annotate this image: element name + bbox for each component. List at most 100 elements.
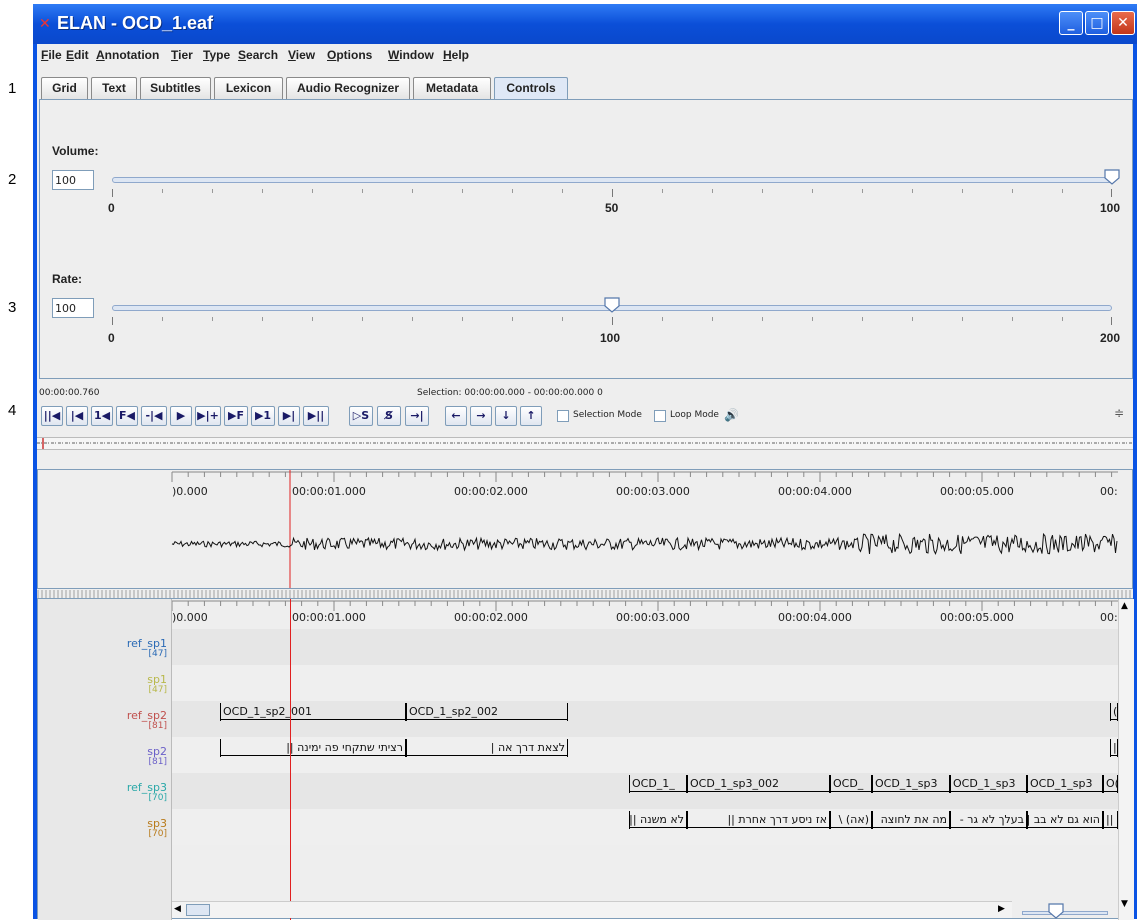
scroll-left-icon[interactable]: ◀ xyxy=(174,904,181,914)
previous-frame-button[interactable]: F◀ xyxy=(116,406,138,426)
annotation-sp2-001[interactable]: רציתי שתקחי פה ימינה || xyxy=(220,739,406,757)
play-selection-button[interactable]: ▷S xyxy=(349,406,373,426)
overview-strip[interactable] xyxy=(37,437,1133,450)
clear-selection-button[interactable]: S̸ xyxy=(377,406,401,426)
menu-view[interactable]: View xyxy=(288,48,315,62)
annotation-sp3-007[interactable]: || xyxy=(1103,811,1118,829)
title-bar[interactable]: ✕ ELAN - OCD_1.eaf _ □ ✕ xyxy=(33,4,1137,44)
annotation-ref-sp2-002[interactable]: OCD_1_sp2_002 xyxy=(406,703,568,721)
horizontal-scroll-thumb[interactable] xyxy=(186,904,210,916)
elan-window: ✕ ELAN - OCD_1.eaf _ □ ✕ File Edit Annot… xyxy=(33,4,1137,920)
next-pixel-button[interactable]: ▶1 xyxy=(251,406,275,426)
menu-file[interactable]: File xyxy=(41,48,62,62)
go-to-begin-button[interactable]: ||◀ xyxy=(41,406,63,426)
menu-help[interactable]: Help xyxy=(443,48,469,62)
tier-row-sp3[interactable]: לא משנה || אז ניסע דרך אחרת || (אה) \ מה… xyxy=(172,809,1118,845)
annotation-sp3-002[interactable]: אז ניסע דרך אחרת || xyxy=(687,811,830,829)
annotation-ref-sp3-002[interactable]: OCD_1_sp3_002 xyxy=(687,775,830,793)
menu-window[interactable]: Window xyxy=(388,48,434,62)
menu-tier[interactable]: Tier xyxy=(171,48,193,62)
previous-second-button[interactable]: -|◀ xyxy=(141,406,167,426)
tier-label-sp1[interactable]: sp1 [47] xyxy=(147,673,167,695)
selection-mode-checkbox[interactable] xyxy=(557,410,569,422)
volume-slider-thumb[interactable] xyxy=(1104,169,1120,185)
scroll-up-icon[interactable]: ▲ xyxy=(1121,601,1128,611)
selection-mode-label: Selection Mode xyxy=(573,410,642,420)
minimize-button[interactable]: _ xyxy=(1059,11,1083,35)
next-frame-button[interactable]: ▶F xyxy=(224,406,248,426)
rate-ticks xyxy=(112,317,1112,325)
toggle-crosshair-button[interactable]: →| xyxy=(405,406,429,426)
timeline-viewer[interactable]: ref_sp1 [47] sp1 [47] ref_sp2 [81] sp2 [81] … xyxy=(37,598,1134,920)
vertical-scrollbar[interactable]: ▲ ▼ xyxy=(1118,599,1134,920)
scroll-down-icon[interactable]: ▼ xyxy=(1121,899,1128,909)
tab-audio-recognizer[interactable]: Audio Recognizer xyxy=(286,77,410,99)
next-scrollview-button[interactable]: ▶| xyxy=(278,406,300,426)
tab-metadata[interactable]: Metadata xyxy=(413,77,491,99)
zoom-slider-track[interactable] xyxy=(1022,911,1108,915)
tier-row-sp2[interactable]: רציתי שתקחי פה ימינה || לצאת דרך אה | | xyxy=(172,737,1118,773)
tab-controls[interactable]: Controls xyxy=(494,77,568,99)
tier-label-ref-sp1[interactable]: ref_sp1 [47] xyxy=(127,637,167,659)
tier-label-ref-sp2[interactable]: ref_sp2 [81] xyxy=(127,709,167,731)
rate-value-field[interactable]: 100 xyxy=(52,298,94,318)
annotation-sp2-003[interactable]: | xyxy=(1110,739,1118,757)
elan-logo-icon: ✕ xyxy=(39,16,51,32)
annotation-sp2-002[interactable]: לצאת דרך אה | xyxy=(406,739,568,757)
volume-speaker-icon[interactable]: 🔊 xyxy=(724,408,739,422)
loop-mode-checkbox[interactable] xyxy=(654,410,666,422)
volume-slider-track[interactable] xyxy=(112,177,1112,183)
previous-scrollview-button[interactable]: |◀ xyxy=(66,406,88,426)
annotation-ref-sp3-001[interactable]: OCD_1_ xyxy=(629,775,687,793)
annotation-ref-sp3-005[interactable]: OCD_1_sp3 xyxy=(950,775,1027,793)
zoom-slider-thumb[interactable] xyxy=(1048,903,1064,919)
next-second-button[interactable]: ▶|+ xyxy=(195,406,221,426)
crosshair-line xyxy=(290,599,291,920)
tab-text[interactable]: Text xyxy=(91,77,137,99)
tier-row-ref-sp1[interactable] xyxy=(172,629,1118,665)
annotation-sp3-006[interactable]: הוא גם לא בב || xyxy=(1027,811,1103,829)
down-arrow-button[interactable]: ↓ xyxy=(495,406,517,426)
tab-grid[interactable]: Grid xyxy=(41,77,88,99)
scroll-right-icon[interactable]: ▶ xyxy=(998,904,1005,914)
go-to-end-button[interactable]: ▶|| xyxy=(303,406,329,426)
tier-label-sp2[interactable]: sp2 [81] xyxy=(147,745,167,767)
annotation-ref-sp3-003[interactable]: OCD_ xyxy=(830,775,872,793)
annotation-sp3-005[interactable]: בעלך לא גר - xyxy=(950,811,1027,829)
play-button[interactable]: ▶ xyxy=(170,406,192,426)
menu-annotation[interactable]: Annotation xyxy=(96,48,159,62)
split-divider[interactable] xyxy=(37,590,1133,598)
menu-edit[interactable]: Edit xyxy=(66,48,89,62)
annotation-sp3-004[interactable]: מה את לחוצה xyxy=(872,811,950,829)
rate-slider-thumb[interactable] xyxy=(604,297,620,313)
left-arrow-button[interactable]: ← xyxy=(445,406,467,426)
collapse-toggle-icon[interactable]: ≑ xyxy=(1114,406,1124,420)
horizontal-scrollbar[interactable]: ◀ ▶ xyxy=(172,901,1012,918)
right-arrow-button[interactable]: → xyxy=(470,406,492,426)
waveform-viewer[interactable]: )0.000 00:00:01.000 00:00:02.000 00:00:0… xyxy=(37,469,1133,589)
menu-type[interactable]: Type xyxy=(203,48,230,62)
annotation-sp3-003[interactable]: (אה) \ xyxy=(830,811,872,829)
tier-label-ref-sp3[interactable]: ref_sp3 [70] xyxy=(127,781,167,803)
annotation-ref-sp2-001[interactable]: OCD_1_sp2_001 xyxy=(220,703,406,721)
tab-subtitles[interactable]: Subtitles xyxy=(140,77,211,99)
tier-row-ref-sp2[interactable]: OCD_1_sp2_001 OCD_1_sp2_002 ( xyxy=(172,701,1118,737)
timeline-ruler-label-5: 00:00:05.000 xyxy=(940,611,1014,624)
close-button[interactable]: ✕ xyxy=(1111,11,1135,35)
tier-row-ref-sp3[interactable]: OCD_1_ OCD_1_sp3_002 OCD_ OCD_1_sp3 OCD_… xyxy=(172,773,1118,809)
tab-lexicon[interactable]: Lexicon xyxy=(214,77,283,99)
annotation-ref-sp3-007[interactable]: O( xyxy=(1103,775,1118,793)
maximize-button[interactable]: □ xyxy=(1085,11,1109,35)
menu-search[interactable]: Search xyxy=(238,48,278,62)
annotation-ref-sp3-006[interactable]: OCD_1_sp3 xyxy=(1027,775,1103,793)
annotation-ref-sp3-004[interactable]: OCD_1_sp3 xyxy=(872,775,950,793)
tier-label-sp3[interactable]: sp3 [70] xyxy=(147,817,167,839)
up-arrow-button[interactable]: ↑ xyxy=(520,406,542,426)
tier-row-sp1[interactable] xyxy=(172,665,1118,701)
volume-value-field[interactable]: 100 xyxy=(52,170,94,190)
annotation-sp3-001[interactable]: לא משנה || xyxy=(629,811,687,829)
annotation-ref-sp2-003[interactable]: ( xyxy=(1110,703,1118,721)
menu-options[interactable]: Options xyxy=(327,48,372,62)
side-number-1: 1 xyxy=(8,80,17,97)
previous-pixel-button[interactable]: 1◀ xyxy=(91,406,113,426)
